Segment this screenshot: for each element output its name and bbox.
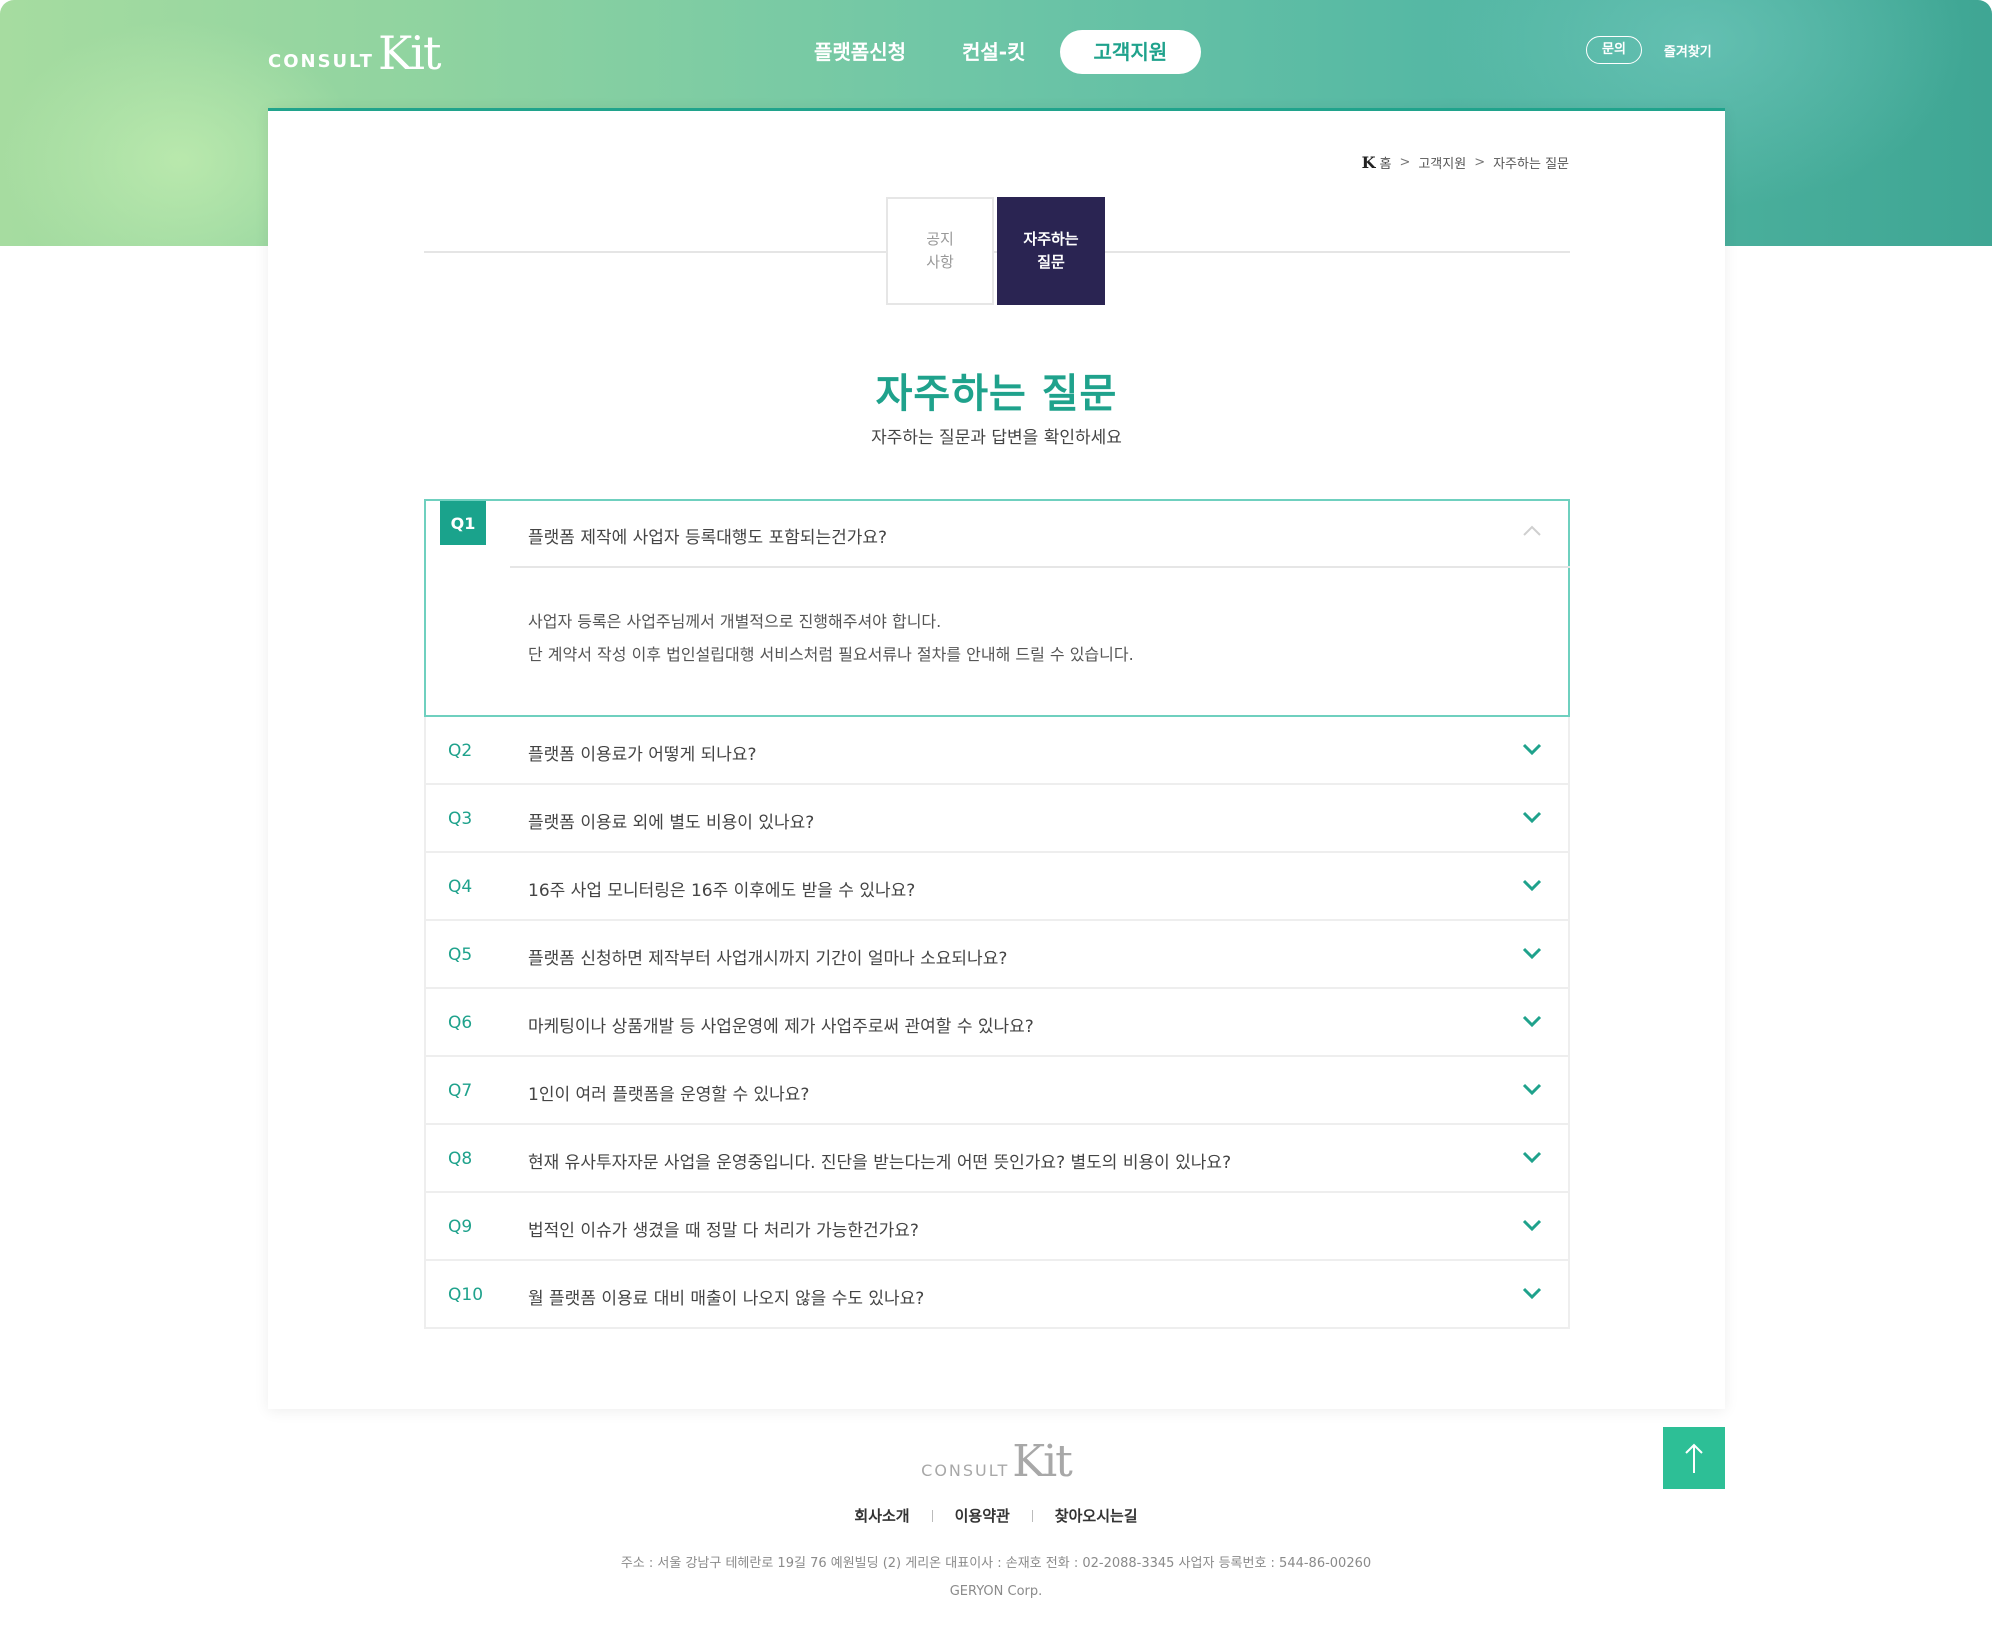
question-text[interactable]: 플랫폼 이용료 외에 별도 비용이 있나요? <box>528 808 814 833</box>
chevron-down-icon[interactable] <box>1520 1145 1544 1169</box>
chevron-down-icon[interactable] <box>1520 805 1544 829</box>
footer-link-divider <box>931 1509 933 1522</box>
footer-copyright: GERYON Corp. <box>949 1584 1043 1599</box>
question-text[interactable]: 월 플랫폼 이용료 대비 매출이 나오지 않을 수도 있나요? <box>528 1284 924 1309</box>
faq-item[interactable]: Q10 월 플랫폼 이용료 대비 매출이 나오지 않을 수도 있나요? <box>424 1261 1570 1329</box>
footer-logo-consult-text: CONSULT <box>921 1461 1010 1480</box>
inquiry-button[interactable]: 문의 <box>1586 36 1642 64</box>
breadcrumb-separator: > <box>1399 155 1411 170</box>
question-number: Q4 <box>448 877 473 897</box>
utility-links: 문의 즐겨찾기 <box>1586 36 1712 64</box>
footer-company-info: 주소 : 서울 강남구 테헤란로 19길 76 예원빌딩 (2) 게리온 대표이… <box>620 1556 1372 1571</box>
question-text[interactable]: 플랫폼 이용료가 어떻게 되나요? <box>528 740 757 765</box>
question-number: Q3 <box>448 809 473 829</box>
footer-logo[interactable]: CONSULT Kit <box>0 1436 1992 1484</box>
question-number: Q10 <box>448 1285 484 1305</box>
breadcrumb-separator: > <box>1474 155 1486 170</box>
question-text[interactable]: 1인이 여러 플랫폼을 운영할 수 있나요? <box>528 1080 809 1105</box>
chevron-down-icon[interactable] <box>1520 1009 1544 1033</box>
answer-line: 단 계약서 작성 이후 법인설립대행 서비스처럼 필요서류나 절차를 안내해 드… <box>528 645 1134 664</box>
logo-kit-text: Kit <box>377 26 442 80</box>
faq-item[interactable]: Q7 1인이 여러 플랫폼을 운영할 수 있나요? <box>424 1057 1570 1125</box>
footer-link-directions[interactable]: 찾아오시는길 <box>1055 1505 1138 1526</box>
question-text[interactable]: 현재 유사투자자문 사업을 운영중입니다. 진단을 받는다는게 어떤 뜻인가요?… <box>528 1148 1231 1173</box>
answer-text: 사업자 등록은 사업주님께서 개별적으로 진행해주셔야 합니다. 단 계약서 작… <box>528 605 1134 671</box>
chevron-down-icon[interactable] <box>1520 1281 1544 1305</box>
chevron-down-icon[interactable] <box>1520 1213 1544 1237</box>
breadcrumb: K 홈 > 고객지원 > 자주하는 질문 <box>1362 153 1569 172</box>
question-text[interactable]: 법적인 이슈가 생겼을 때 정말 다 처리가 가능한건가요? <box>528 1216 919 1241</box>
nav-customer-support[interactable]: 고객지원 <box>1059 30 1202 74</box>
sub-tabs: 공지 사항 자주하는 질문 <box>886 197 1105 305</box>
tab-notice[interactable]: 공지 사항 <box>886 197 994 305</box>
nav-platform-apply[interactable]: 플랫폼신청 <box>786 30 934 74</box>
footer-link-divider <box>1031 1509 1033 1522</box>
site-header: CONSULT Kit 플랫폼신청 컨설-킷 고객지원 문의 즐겨찾기 <box>0 0 1992 108</box>
question-number: Q9 <box>448 1217 473 1237</box>
faq-item[interactable]: Q6 마케팅이나 상품개발 등 사업운영에 제가 사업주로써 관여할 수 있나요… <box>424 989 1570 1057</box>
chevron-down-icon[interactable] <box>1520 873 1544 897</box>
logo-consult-text: CONSULT <box>268 51 374 72</box>
faq-item[interactable]: Q5 플랫폼 신청하면 제작부터 사업개시까지 기간이 얼마나 소요되나요? <box>424 921 1570 989</box>
faq-item[interactable]: Q3 플랫폼 이용료 외에 별도 비용이 있나요? <box>424 785 1570 853</box>
faq-item[interactable]: Q2 플랫폼 이용료가 어떻게 되나요? <box>424 717 1570 785</box>
home-k-icon: K <box>1361 153 1376 172</box>
faq-item[interactable]: Q4 16주 사업 모니터링은 16주 이후에도 받을 수 있나요? <box>424 853 1570 921</box>
footer-links: 회사소개 이용약관 찾아오시는길 <box>0 1505 1992 1526</box>
breadcrumb-current: 자주하는 질문 <box>1493 157 1569 172</box>
faq-item-open[interactable]: Q1 플랫폼 제작에 사업자 등록대행도 포함되는건가요? 사업자 등록은 사업… <box>424 499 1570 717</box>
nav-consult-kit[interactable]: 컨설-킷 <box>934 30 1054 74</box>
page-subtitle: 자주하는 질문과 답변을 확인하세요 <box>871 428 1122 448</box>
footer-link-terms[interactable]: 이용약관 <box>955 1505 1010 1526</box>
breadcrumb-support[interactable]: 고객지원 <box>1418 153 1466 172</box>
chevron-down-icon[interactable] <box>1520 1077 1544 1101</box>
question-text[interactable]: 16주 사업 모니터링은 16주 이후에도 받을 수 있나요? <box>528 876 915 901</box>
main-nav: 플랫폼신청 컨설-킷 고객지원 <box>786 30 1202 74</box>
page-title: 자주하는 질문 <box>875 371 1118 417</box>
question-number: Q7 <box>448 1081 473 1101</box>
chevron-down-icon[interactable] <box>1520 941 1544 965</box>
faq-item[interactable]: Q9 법적인 이슈가 생겼을 때 정말 다 처리가 가능한건가요? <box>424 1193 1570 1261</box>
content-card: K 홈 > 고객지원 > 자주하는 질문 공지 사항 자주하는 질문 자주하는 … <box>268 108 1725 1409</box>
question-number: Q5 <box>448 945 473 965</box>
footer-link-about[interactable]: 회사소개 <box>854 1505 909 1526</box>
tab-faq[interactable]: 자주하는 질문 <box>997 197 1105 305</box>
chevron-down-icon[interactable] <box>1520 737 1544 761</box>
footer-logo-kit-text: Kit <box>1012 1436 1073 1487</box>
question-text[interactable]: 마케팅이나 상품개발 등 사업운영에 제가 사업주로써 관여할 수 있나요? <box>528 1012 1034 1037</box>
question-text[interactable]: 플랫폼 신청하면 제작부터 사업개시까지 기간이 얼마나 소요되나요? <box>528 944 1007 969</box>
favorites-link[interactable]: 즐겨찾기 <box>1664 41 1712 60</box>
faq-item[interactable]: Q8 현재 유사투자자문 사업을 운영중입니다. 진단을 받는다는게 어떤 뜻인… <box>424 1125 1570 1193</box>
faq-list: Q1 플랫폼 제작에 사업자 등록대행도 포함되는건가요? 사업자 등록은 사업… <box>424 499 1570 1329</box>
question-text[interactable]: 플랫폼 제작에 사업자 등록대행도 포함되는건가요? <box>528 523 887 548</box>
breadcrumb-home[interactable]: 홈 <box>1379 153 1391 172</box>
question-divider <box>510 566 1570 568</box>
site-logo[interactable]: CONSULT Kit <box>268 26 442 80</box>
answer-line: 사업자 등록은 사업주님께서 개별적으로 진행해주셔야 합니다. <box>528 612 942 631</box>
question-number: Q6 <box>448 1013 473 1033</box>
question-number: Q8 <box>448 1149 473 1169</box>
chevron-up-icon[interactable] <box>1520 519 1544 543</box>
question-number-badge: Q1 <box>440 501 486 545</box>
question-number: Q2 <box>448 741 473 761</box>
